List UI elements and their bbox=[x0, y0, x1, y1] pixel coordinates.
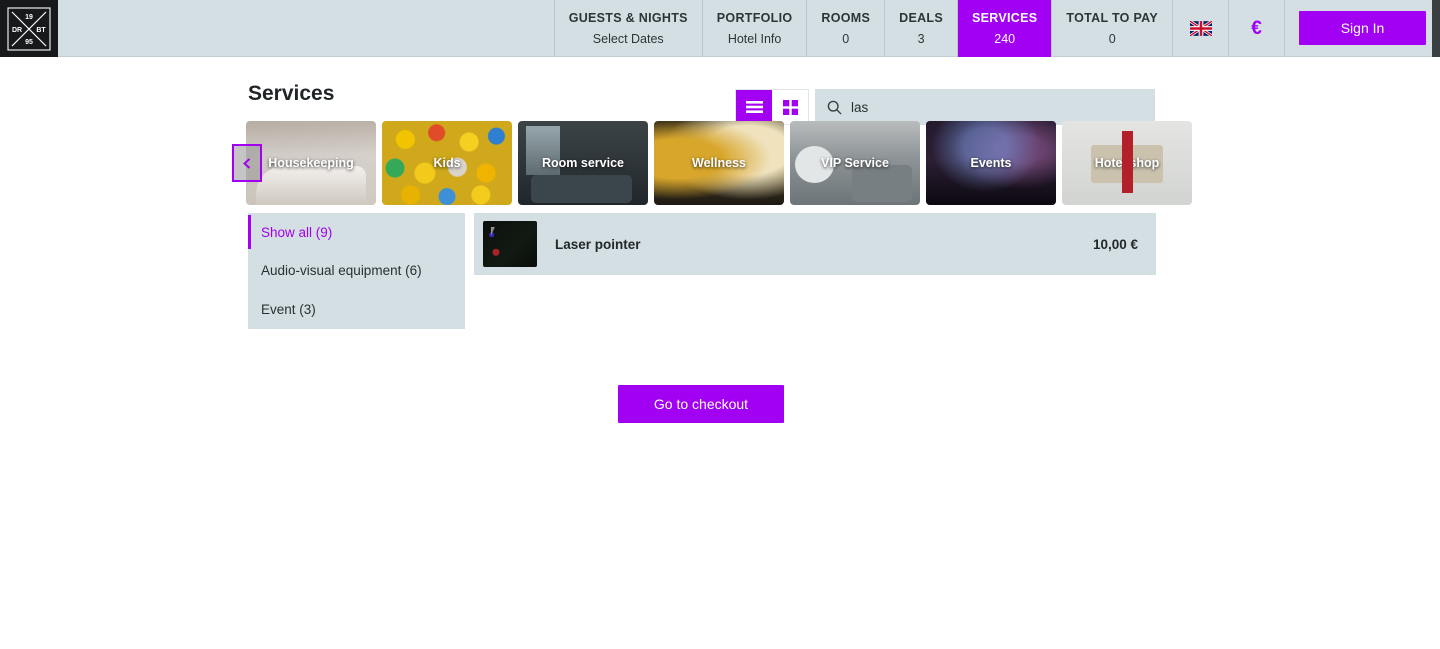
nav-item-value: 3 bbox=[917, 32, 925, 46]
nav-item-value: 0 bbox=[842, 32, 850, 46]
euro-icon: € bbox=[1251, 17, 1262, 39]
category-tile-label: Events bbox=[970, 156, 1012, 170]
nav-item-services[interactable]: SERVICES 240 bbox=[957, 0, 1052, 57]
logo-left-text: DR bbox=[12, 27, 22, 34]
nav-item-portfolio[interactable]: PORTFOLIO Hotel Info bbox=[701, 0, 807, 57]
sign-in-cell: Sign In bbox=[1284, 0, 1440, 56]
nav-item-value: Hotel Info bbox=[727, 32, 782, 46]
category-tile-hotel-shop[interactable]: Hotel shop bbox=[1062, 121, 1192, 205]
checkout-area: Go to checkout bbox=[248, 385, 1154, 423]
nav-item-total-to-pay[interactable]: TOTAL TO PAY 0 bbox=[1051, 0, 1172, 57]
list-view-icon bbox=[745, 101, 763, 113]
go-to-checkout-button[interactable]: Go to checkout bbox=[618, 385, 784, 423]
nav-item-guests-nights[interactable]: GUESTS & NIGHTS Select Dates bbox=[553, 0, 702, 57]
top-header-bar: 19 DR BT 95 GUESTS & NIGHTS Select Dates P… bbox=[0, 0, 1440, 57]
category-tile-vip-service[interactable]: VIP Service bbox=[790, 121, 920, 205]
service-thumbnail bbox=[483, 221, 537, 267]
category-tile-kids[interactable]: Kids bbox=[382, 121, 512, 205]
nav-item-label: GUESTS & NIGHTS bbox=[568, 11, 688, 25]
header-nav-group: GUESTS & NIGHTS Select Dates PORTFOLIO Hote… bbox=[553, 0, 1172, 57]
category-tile-label: Room service bbox=[542, 156, 624, 170]
currency-selector[interactable]: € bbox=[1228, 0, 1284, 56]
logo-top-text: 19 bbox=[25, 14, 33, 21]
category-tile-label: Wellness bbox=[692, 156, 746, 170]
search-input[interactable] bbox=[851, 90, 1141, 124]
filter-list: Show all (9) Audio-visual equipment (6) Ev… bbox=[248, 213, 465, 329]
category-tile-room-service[interactable]: Room service bbox=[518, 121, 648, 205]
nav-item-deals[interactable]: DEALS 3 bbox=[884, 0, 957, 57]
window-right-edge bbox=[1432, 0, 1440, 649]
page-title: Services bbox=[248, 82, 335, 105]
language-selector[interactable] bbox=[1172, 0, 1228, 56]
search-icon bbox=[827, 100, 842, 115]
nav-item-value: 240 bbox=[994, 32, 1016, 46]
category-carousel: Housekeeping Kids Room service Wellness VIP … bbox=[232, 121, 1192, 205]
category-tile-housekeeping[interactable]: Housekeeping bbox=[246, 121, 376, 205]
nav-item-label: TOTAL TO PAY bbox=[1066, 11, 1158, 25]
brand-logo[interactable]: 19 DR BT 95 bbox=[0, 0, 58, 57]
nav-item-rooms[interactable]: ROOMS 0 bbox=[806, 0, 884, 57]
grid-view-button[interactable] bbox=[772, 90, 808, 124]
service-price: 10,00 € bbox=[1092, 236, 1138, 252]
nav-item-label: PORTFOLIO bbox=[716, 11, 793, 25]
filter-item[interactable]: Show all (9) bbox=[248, 213, 465, 252]
service-results-list: Laser pointer 10,00 € bbox=[474, 213, 1156, 275]
logo-right-text: BT bbox=[36, 27, 46, 34]
nav-item-label: DEALS bbox=[899, 11, 944, 25]
view-toggle-group bbox=[735, 89, 809, 125]
filter-item[interactable]: Event (3) bbox=[248, 290, 465, 329]
sign-in-button[interactable]: Sign In bbox=[1299, 11, 1426, 45]
grid-view-icon bbox=[782, 99, 798, 115]
nav-item-value: 0 bbox=[1108, 32, 1116, 46]
search-box bbox=[815, 89, 1155, 125]
carousel-scroll-left-button[interactable] bbox=[232, 144, 262, 182]
drbt-logo-icon: 19 DR BT 95 bbox=[7, 6, 51, 51]
list-view-button[interactable] bbox=[736, 90, 772, 124]
service-name: Laser pointer bbox=[555, 236, 641, 252]
logo-bottom-text: 95 bbox=[25, 39, 33, 46]
page-content: Services las Housekeeping Kids Room serv… bbox=[0, 57, 1432, 649]
category-tile-label: Housekeeping bbox=[268, 156, 354, 170]
nav-item-label: SERVICES bbox=[972, 11, 1038, 25]
category-tile-label: Kids bbox=[433, 156, 461, 170]
category-tile-label: VIP Service bbox=[821, 156, 889, 170]
nav-item-value: Select Dates bbox=[592, 32, 664, 46]
nav-item-label: ROOMS bbox=[821, 11, 871, 25]
category-tile-wellness[interactable]: Wellness bbox=[654, 121, 784, 205]
filter-item[interactable]: Audio-visual equipment (6) bbox=[248, 252, 465, 291]
chevron-left-icon bbox=[242, 157, 250, 169]
service-row[interactable]: Laser pointer 10,00 € bbox=[474, 213, 1156, 275]
uk-flag-icon bbox=[1189, 20, 1212, 36]
category-tile-events[interactable]: Events bbox=[926, 121, 1056, 205]
header-spacer bbox=[58, 0, 554, 56]
window-right-edge-inner bbox=[1432, 57, 1440, 649]
